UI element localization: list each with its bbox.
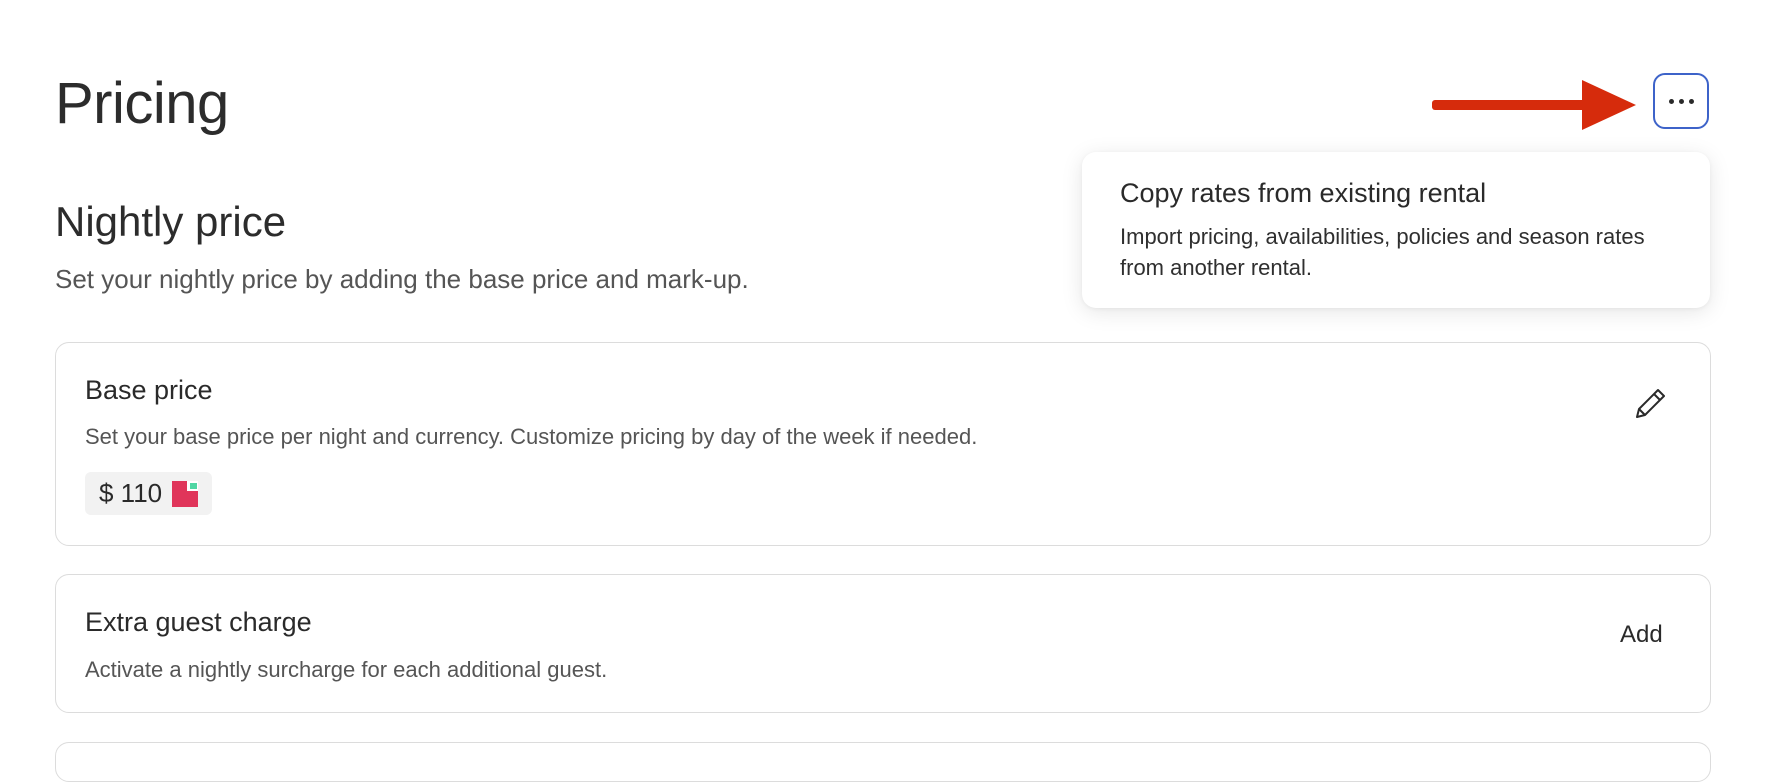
price-value: $ 110 xyxy=(99,478,163,508)
base-price-description: Set your base price per night and curren… xyxy=(85,424,978,449)
extra-guest-title: Extra guest charge xyxy=(85,607,312,637)
menu-item-description: Import pricing, availabilities, policies… xyxy=(1120,224,1645,280)
price-chip: $ 110 xyxy=(85,472,213,515)
base-price-card: Base price Set your base price per night… xyxy=(55,342,1711,546)
next-card xyxy=(55,742,1711,782)
extra-guest-charge-card: Extra guest charge Activate a nightly su… xyxy=(55,574,1711,713)
extra-guest-description: Activate a nightly surcharge for each ad… xyxy=(85,657,608,682)
base-price-title: Base price xyxy=(85,375,213,405)
more-options-button[interactable] xyxy=(1653,73,1709,129)
pencil-icon[interactable] xyxy=(1631,383,1671,423)
currency-flag-icon xyxy=(172,480,199,507)
more-options-menu: Copy rates from existing rental Import p… xyxy=(1082,152,1710,308)
annotation-arrow xyxy=(1432,80,1636,130)
section-title: Nightly price xyxy=(55,198,287,245)
section-description: Set your nightly price by adding the bas… xyxy=(55,264,749,294)
menu-item-title: Copy rates from existing rental xyxy=(1120,178,1487,208)
page-title: Pricing xyxy=(55,71,229,136)
add-extra-guest-button[interactable]: Add xyxy=(1620,621,1663,649)
menu-item-copy-rates[interactable]: Copy rates from existing rental Import p… xyxy=(1120,178,1672,283)
more-horizontal-icon xyxy=(1668,98,1694,104)
